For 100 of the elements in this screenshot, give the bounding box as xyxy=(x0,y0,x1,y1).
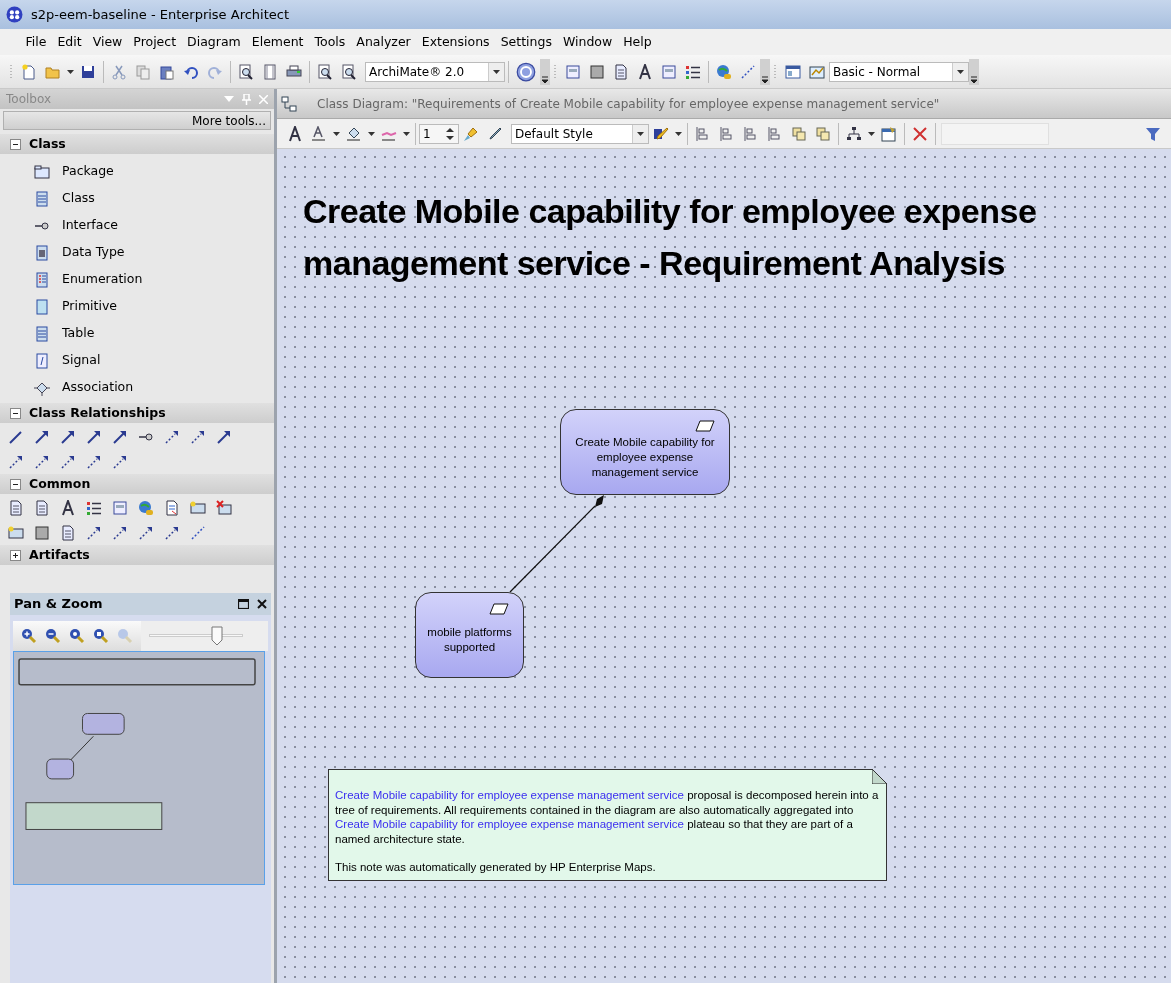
dotted-arrow-icon[interactable] xyxy=(138,525,154,541)
globe-icon[interactable] xyxy=(138,500,154,516)
close-icon[interactable] xyxy=(257,599,267,609)
align-icon[interactable] xyxy=(695,125,711,142)
expand-icon[interactable] xyxy=(10,549,21,561)
magnifier-page-icon[interactable] xyxy=(317,63,333,80)
caret-icon[interactable] xyxy=(957,69,964,74)
align-icon[interactable] xyxy=(767,125,783,142)
caret-icon[interactable] xyxy=(868,131,875,136)
more-tools-button[interactable]: More tools... xyxy=(3,111,271,130)
note-page-icon[interactable] xyxy=(164,500,180,516)
menu-item[interactable]: Extensions xyxy=(416,32,496,52)
dotted-arrow-icon[interactable] xyxy=(112,454,128,470)
dotted-arrow-icon[interactable] xyxy=(34,454,50,470)
note-link[interactable]: Create Mobile capability for employee expense management service xyxy=(335,818,684,830)
magnifier-page-icon[interactable] xyxy=(341,63,357,80)
menu-item[interactable]: Settings xyxy=(495,32,558,52)
caret-icon[interactable] xyxy=(403,131,410,136)
align-icon[interactable] xyxy=(743,125,759,142)
overflow-icon[interactable] xyxy=(760,58,770,85)
diagram-preview-drawing[interactable] xyxy=(13,651,265,885)
font-color-icon[interactable] xyxy=(311,125,327,142)
dropdown[interactable]: Basic - Normal xyxy=(829,61,969,82)
chart-window-icon[interactable] xyxy=(809,63,825,80)
document-icon[interactable] xyxy=(8,500,24,516)
arrow-line-icon[interactable] xyxy=(216,429,232,445)
dotted-arrow-icon[interactable] xyxy=(164,525,180,541)
paint-bucket-icon[interactable] xyxy=(346,125,362,142)
caret-icon[interactable] xyxy=(493,69,500,74)
line-width-spinner[interactable]: 1 xyxy=(419,123,459,144)
style-dropdown[interactable]: Default Style xyxy=(511,123,649,144)
overflow-icon[interactable] xyxy=(540,58,550,85)
dotted-arrow-icon[interactable] xyxy=(112,525,128,541)
dotted-line-icon[interactable] xyxy=(190,525,206,541)
brush-icon[interactable] xyxy=(463,125,479,142)
document-icon[interactable] xyxy=(34,500,50,516)
dotted-arrow-icon[interactable] xyxy=(190,429,206,445)
toolbox-item[interactable]: Data Type xyxy=(0,239,274,266)
zoom-page-icon[interactable] xyxy=(93,628,109,644)
new-file-icon[interactable] xyxy=(21,63,37,80)
letter-a-icon[interactable] xyxy=(637,63,653,80)
menu-item[interactable]: View xyxy=(87,32,128,52)
dotted-line-icon[interactable] xyxy=(740,63,756,80)
overflow-icon[interactable] xyxy=(969,58,979,85)
scissors-icon[interactable] xyxy=(111,63,127,80)
picture-frame-icon[interactable] xyxy=(190,500,206,516)
same-size-icon[interactable] xyxy=(815,125,831,142)
menu-item[interactable]: Element xyxy=(246,32,310,52)
arrow-line-icon[interactable] xyxy=(86,429,102,445)
slider-thumb[interactable] xyxy=(210,626,223,646)
globe-icon[interactable] xyxy=(716,63,732,80)
note-link[interactable]: Create Mobile capability for employee expense management service xyxy=(335,789,684,801)
save-icon[interactable] xyxy=(80,63,96,80)
caret-icon[interactable] xyxy=(67,69,74,74)
section-header[interactable]: Common xyxy=(0,474,274,494)
zoom-out-icon[interactable] xyxy=(45,628,61,644)
section-header[interactable]: Artifacts xyxy=(0,545,274,565)
menu-item[interactable]: Diagram xyxy=(181,32,247,52)
collapse-icon[interactable] xyxy=(10,478,21,490)
list-icon[interactable] xyxy=(86,500,102,516)
dotted-arrow-icon[interactable] xyxy=(60,454,76,470)
collapse-icon[interactable] xyxy=(10,407,21,419)
document-icon[interactable] xyxy=(613,63,629,80)
help-icon[interactable] xyxy=(516,61,536,82)
eyedropper-icon[interactable] xyxy=(487,125,503,142)
collapse-icon[interactable] xyxy=(10,138,21,150)
dotted-arrow-icon[interactable] xyxy=(86,454,102,470)
dropdown[interactable]: ArchiMate® 2.0 xyxy=(365,61,505,82)
maximize-icon[interactable] xyxy=(238,599,249,609)
properties-icon[interactable] xyxy=(881,125,897,142)
delete-frame-icon[interactable] xyxy=(216,500,232,516)
zoom-slider[interactable] xyxy=(149,626,243,646)
section-header[interactable]: Class xyxy=(0,134,274,154)
diagonal-line-icon[interactable] xyxy=(8,429,24,445)
toolbox-item[interactable]: Primitive xyxy=(0,293,274,320)
gradient-square-icon[interactable] xyxy=(34,525,50,541)
toolbox-item[interactable]: Enumeration xyxy=(0,266,274,293)
caret-icon[interactable] xyxy=(368,131,375,136)
toolbox-item[interactable]: Association xyxy=(0,374,274,401)
dotted-arrow-icon[interactable] xyxy=(8,454,24,470)
dotted-arrow-icon[interactable] xyxy=(86,525,102,541)
arrow-line-icon[interactable] xyxy=(60,429,76,445)
filter-icon[interactable] xyxy=(1145,125,1161,142)
align-icon[interactable] xyxy=(719,125,735,142)
caret-icon[interactable] xyxy=(675,131,682,136)
window-layout-icon[interactable] xyxy=(785,63,801,80)
tree-layout-icon[interactable] xyxy=(846,125,862,142)
letter-a-icon[interactable] xyxy=(287,125,303,142)
page-icon[interactable] xyxy=(262,63,278,80)
letter-a-icon[interactable] xyxy=(60,500,76,516)
toolbox-item[interactable]: Signal xyxy=(0,347,274,374)
arrow-line-icon[interactable] xyxy=(112,429,128,445)
note[interactable] xyxy=(328,769,887,881)
delete-icon[interactable] xyxy=(912,125,928,142)
same-size-icon[interactable] xyxy=(791,125,807,142)
menu-item[interactable]: Project xyxy=(127,32,182,52)
printer-icon[interactable] xyxy=(286,63,302,80)
toolbox-item[interactable]: Interface xyxy=(0,212,274,239)
list-icon[interactable] xyxy=(685,63,701,80)
toolbox-item[interactable]: Class xyxy=(0,185,274,212)
